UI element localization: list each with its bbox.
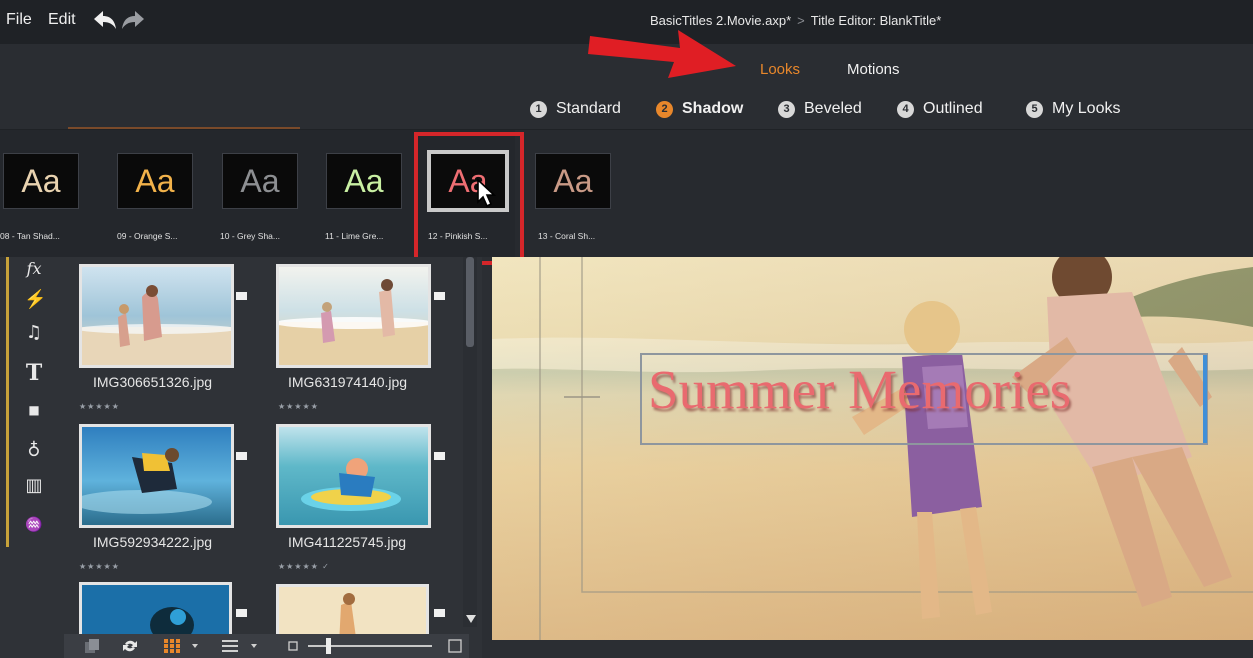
library-thumbnail[interactable] — [276, 424, 431, 528]
text-caret — [1203, 355, 1207, 443]
number-badge-icon: 2 — [656, 100, 673, 118]
looks-gallery: Aa 08 - Tan Shad... Aa 09 - Orange S... … — [0, 127, 1253, 257]
library-thumbnail[interactable] — [79, 424, 234, 528]
grid-view-icon[interactable] — [164, 639, 180, 653]
beach-photo-thumbnail — [82, 267, 231, 365]
number-badge-icon: 4 — [897, 100, 914, 118]
tool-strip: fx ⚡ ♫ T ■ ♁ ▥ ♒ — [0, 257, 56, 658]
subtab-beveled[interactable]: 3 Beveled — [778, 100, 862, 118]
selection-highlight-box — [414, 132, 524, 265]
look-tile-orange-shadow[interactable]: Aa — [117, 153, 193, 209]
title-preview-canvas[interactable] — [492, 257, 1253, 640]
title-text[interactable]: Summer Memories — [648, 358, 1071, 421]
fx-icon[interactable]: fx — [24, 259, 44, 279]
rating-stars[interactable]: ★★★★★ ✓ — [278, 562, 330, 571]
folder-icon — [434, 452, 445, 460]
subtab-my-looks[interactable]: 5 My Looks — [1026, 100, 1120, 118]
library-thumbnail[interactable] — [79, 264, 234, 368]
look-preview-text: Aa — [553, 162, 593, 199]
editor-name: Title Editor: BlankTitle* — [810, 13, 942, 28]
fill-icon[interactable]: ♁ — [24, 439, 44, 459]
list-view-icon[interactable] — [222, 640, 238, 652]
scroll-down-icon[interactable] — [466, 615, 476, 623]
look-tile-tan-shadow[interactable]: Aa — [3, 153, 79, 209]
beach-photo-thumbnail — [279, 427, 428, 525]
look-caption: 10 - Grey Sha... — [220, 231, 280, 241]
large-size-icon[interactable] — [448, 639, 462, 653]
folder-icon — [434, 609, 445, 617]
folder-icon — [236, 609, 247, 617]
undo-icon[interactable] — [92, 9, 118, 31]
media-library: IMG306651326.jpg ★★★★★ IMG631974140.jpg … — [56, 257, 482, 658]
number-badge-icon: 3 — [778, 100, 795, 118]
text-icon[interactable]: T — [24, 362, 44, 384]
zoom-slider-handle[interactable] — [326, 638, 331, 654]
folder-icon — [434, 292, 445, 300]
subtab-shadow[interactable]: 2 Shadow — [656, 100, 743, 118]
redo-icon[interactable] — [120, 9, 146, 31]
look-caption: 08 - Tan Shad... — [0, 231, 60, 241]
subtab-label: Outlined — [923, 100, 983, 117]
subtab-label: Standard — [556, 100, 621, 117]
subtab-label: My Looks — [1052, 100, 1121, 117]
number-badge-icon: 5 — [1026, 100, 1043, 118]
rating-stars[interactable]: ★★★★★ — [278, 402, 319, 411]
beach-photo-thumbnail — [279, 267, 428, 365]
look-caption: 11 - Lime Gre... — [325, 231, 384, 241]
file-name: IMG411225745.jpg — [288, 534, 407, 550]
rating-stars[interactable]: ★★★★★ — [79, 402, 120, 411]
lightning-icon[interactable]: ⚡ — [24, 290, 46, 310]
tool-strip-accent — [6, 257, 9, 547]
sync-icon[interactable] — [122, 638, 138, 654]
rating-stars[interactable]: ★★★★★ — [79, 562, 120, 571]
look-preview-text: Aa — [135, 162, 175, 199]
menu-edit[interactable]: Edit — [48, 11, 76, 29]
look-tile-grey-shadow[interactable]: Aa — [222, 153, 298, 209]
folder-icon — [236, 452, 247, 460]
file-name: IMG631974140.jpg — [288, 374, 408, 390]
look-caption: 09 - Orange S... — [117, 231, 178, 241]
library-thumbnail[interactable] — [276, 264, 431, 368]
library-thumbnail[interactable] — [79, 582, 232, 642]
look-preview-text: Aa — [240, 162, 280, 199]
library-scrollbar[interactable] — [463, 257, 477, 627]
mouse-cursor-icon — [477, 178, 497, 208]
look-tile-coral-shadow[interactable]: Aa — [535, 153, 611, 209]
small-size-icon[interactable] — [288, 641, 298, 651]
subtab-outlined[interactable]: 4 Outlined — [897, 100, 983, 118]
beach-background-image — [492, 257, 1253, 640]
look-preview-text: Aa — [344, 162, 384, 199]
chevron-down-icon[interactable] — [251, 644, 257, 648]
tab-looks[interactable]: Looks — [760, 61, 800, 78]
file-name: IMG592934222.jpg — [93, 534, 213, 550]
look-category-tabs: 1 Standard 2 Shadow 3 Beveled 4 Outlined… — [0, 90, 1253, 130]
look-tile-lime-green-shadow[interactable]: Aa — [326, 153, 402, 209]
audio-icon[interactable]: ♒ — [24, 515, 44, 535]
subtab-label: Beveled — [804, 100, 862, 117]
copy-icon[interactable] — [84, 638, 100, 654]
look-caption: 13 - Coral Sh... — [538, 231, 596, 241]
menu-file[interactable]: File — [6, 11, 32, 29]
chevron-down-icon[interactable] — [192, 644, 198, 648]
subtab-label: Shadow — [682, 100, 744, 117]
library-toolbar — [64, 634, 469, 658]
red-arrow-icon — [588, 30, 736, 78]
folder-icon — [236, 292, 247, 300]
film-icon[interactable]: ▥ — [24, 476, 44, 496]
number-badge-icon: 1 — [530, 100, 547, 118]
beach-photo-thumbnail — [82, 427, 231, 525]
file-name: IMG306651326.jpg — [93, 374, 213, 390]
overlay-icon[interactable]: ■ — [24, 400, 44, 420]
preview-footer — [492, 640, 1253, 658]
scrollbar-thumb[interactable] — [466, 257, 474, 347]
look-preview-text: Aa — [21, 162, 61, 199]
subtab-standard[interactable]: 1 Standard — [530, 100, 621, 118]
music-icon[interactable]: ♫ — [24, 323, 44, 343]
breadcrumb-separator: > — [797, 13, 805, 28]
divider — [68, 127, 300, 129]
tab-motions[interactable]: Motions — [847, 61, 900, 78]
